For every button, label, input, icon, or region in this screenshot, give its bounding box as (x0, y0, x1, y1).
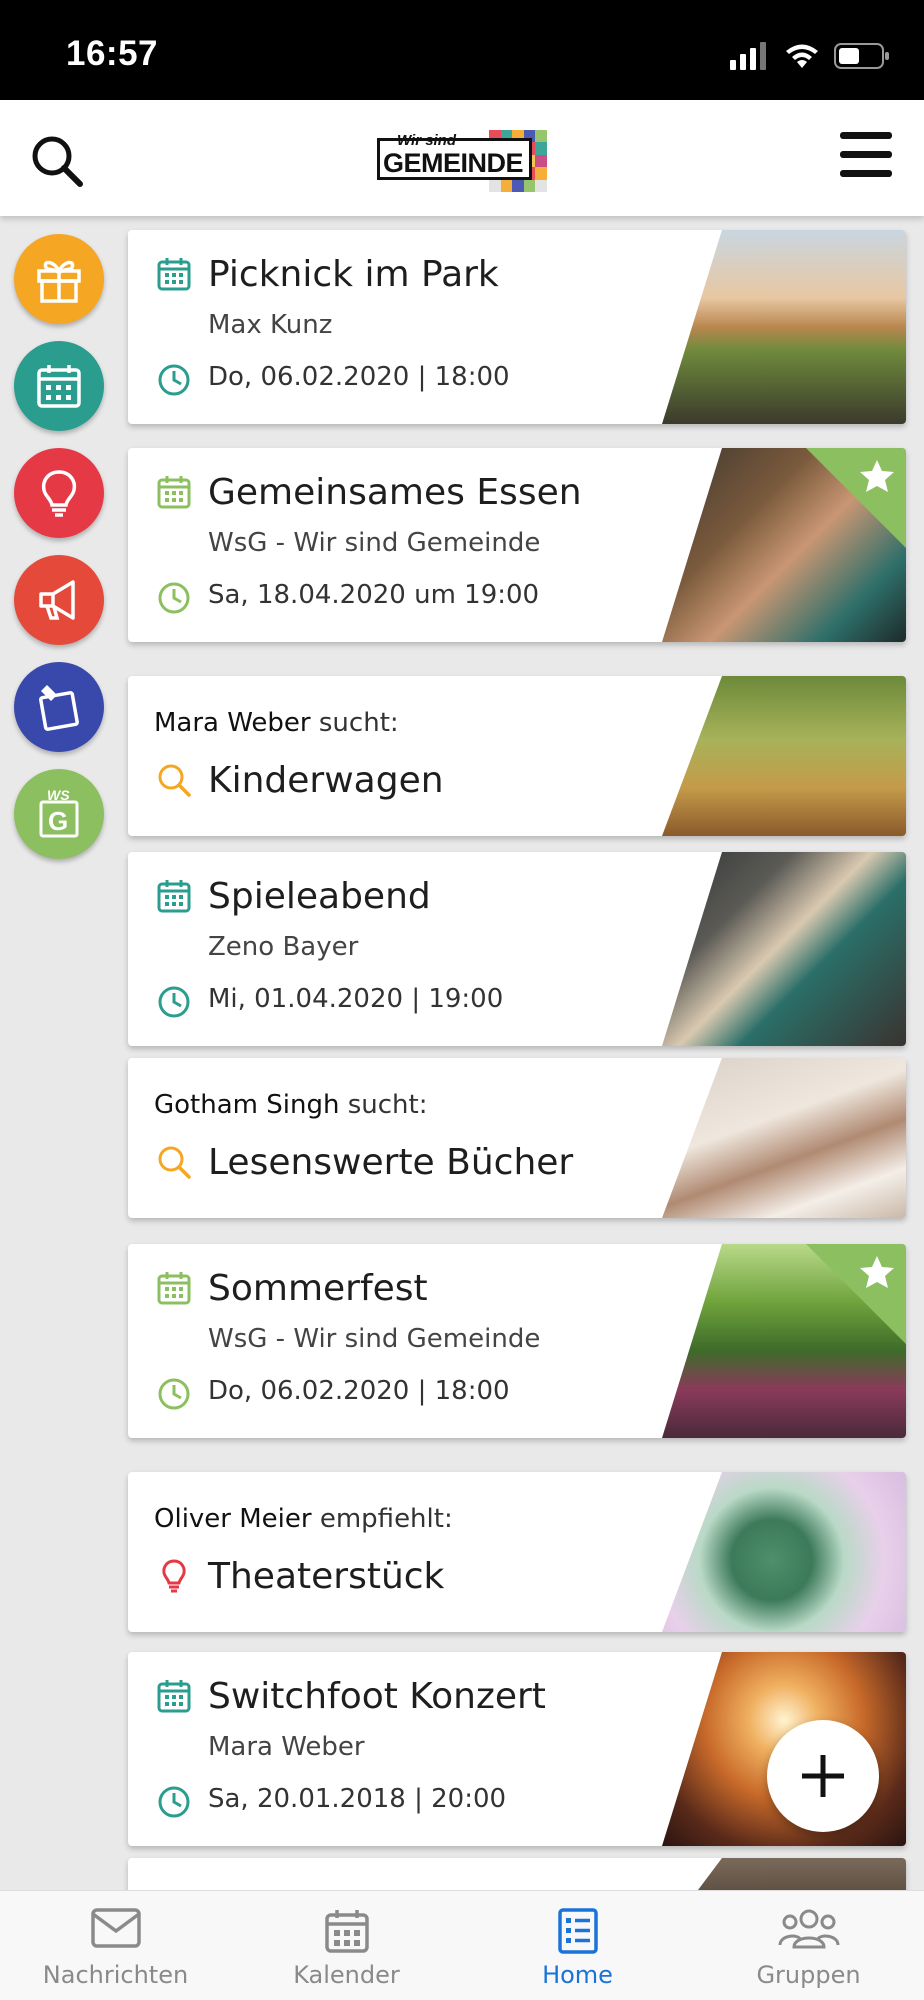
search-photo (662, 1058, 906, 1218)
category-sidebar: WS G (14, 234, 104, 876)
clock-icon (158, 582, 190, 614)
person-name: Oliver Meier (154, 1504, 312, 1534)
feed: WS G Picknick im Park Max Kunz Do, 06.02… (0, 216, 924, 1890)
event-date: Do, 06.02.2020 | 18:00 (208, 1376, 510, 1406)
add-button[interactable] (767, 1720, 879, 1832)
lightbulb-icon (162, 1559, 186, 1593)
search-verb: sucht: (318, 708, 399, 738)
event-title: Gemeinsames Essen (208, 472, 582, 513)
home-list-icon (557, 1908, 598, 1954)
tab-label: Kalender (293, 1961, 400, 1989)
calendar-icon (157, 258, 191, 291)
tab-kalender[interactable]: Kalender (231, 1891, 462, 2000)
category-ideas[interactable] (14, 448, 104, 538)
search-icon (158, 764, 191, 797)
status-icons (730, 40, 890, 72)
group-icon (778, 1909, 839, 1949)
svg-text:G: G (48, 806, 68, 836)
logo-wordmark: GEMEINDE (383, 148, 524, 178)
plus-icon (802, 1755, 844, 1797)
clock-icon (158, 986, 190, 1018)
tab-label: Gruppen (756, 1961, 861, 1989)
star-icon (860, 1256, 894, 1288)
event-date: Sa, 18.04.2020 um 19:00 (208, 580, 540, 610)
wifi-icon (786, 44, 818, 68)
event-organizer: Zeno Bayer (208, 932, 359, 962)
svg-text:WS: WS (47, 788, 70, 803)
recommend-header: Oliver Meier empfiehlt: (154, 1504, 453, 1534)
logo-tagline: Wir sind (397, 132, 457, 149)
event-organizer: WsG - Wir sind Gemeinde (208, 1324, 541, 1354)
event-card[interactable]: Spieleabend Zeno Bayer Mi, 01.04.2020 | … (128, 852, 906, 1046)
search-card[interactable]: Gotham Singh sucht: Lesenswerte Bücher (128, 1058, 906, 1218)
envelope-icon (90, 1908, 141, 1948)
megaphone-icon (39, 580, 75, 620)
recommend-card[interactable]: Oliver Meier empfiehlt: Theaterstück (128, 1472, 906, 1632)
event-photo (662, 230, 906, 424)
person-name: Mara Weber (154, 708, 311, 738)
category-gifts[interactable] (14, 234, 104, 324)
event-title: Sommerfest (208, 1268, 428, 1309)
clock-icon (158, 364, 190, 396)
clock-icon (158, 1378, 190, 1410)
event-title: Switchfoot Konzert (208, 1676, 546, 1717)
search-header: Gotham Singh sucht: (154, 1090, 427, 1120)
event-title: Spieleabend (208, 876, 431, 917)
event-card[interactable]: Sommerfest WsG - Wir sind Gemeinde Do, 0… (128, 1244, 906, 1438)
calendar-icon (157, 880, 191, 913)
gift-icon (37, 260, 81, 303)
recommend-verb: empfiehlt: (319, 1504, 453, 1534)
calendar-icon (324, 1910, 369, 1953)
search-photo (662, 676, 906, 836)
tab-label: Nachrichten (42, 1961, 189, 1989)
star-icon (860, 460, 894, 492)
app-logo[interactable]: Wir sind GEMEINDE (377, 130, 547, 194)
calendar-icon (157, 1272, 191, 1305)
recommend-photo (662, 1472, 906, 1632)
app-header: Wir sind GEMEINDE (0, 100, 924, 216)
tab-home[interactable]: Home (462, 1891, 693, 2000)
event-date: Sa, 20.01.2018 | 20:00 (208, 1784, 507, 1814)
search-title: Lesenswerte Bücher (208, 1142, 574, 1183)
category-wsg[interactable]: WS G (14, 769, 104, 859)
lightbulb-icon (41, 470, 77, 517)
category-announcements[interactable] (14, 555, 104, 645)
calendar-icon (37, 365, 81, 408)
event-card-partial[interactable] (128, 1858, 906, 1890)
search-title: Kinderwagen (208, 760, 444, 801)
battery-icon (834, 43, 889, 69)
status-time: 16:57 (66, 34, 159, 73)
signal-icon (730, 42, 766, 70)
search-header: Mara Weber sucht: (154, 708, 399, 738)
search-card[interactable]: Mara Weber sucht: Kinderwagen (128, 676, 906, 836)
calendar-icon (157, 476, 191, 509)
hamburger-menu-icon[interactable] (838, 130, 894, 180)
clock-icon (158, 1786, 190, 1818)
person-name: Gotham Singh (154, 1090, 340, 1120)
event-organizer: WsG - Wir sind Gemeinde (208, 528, 541, 558)
event-organizer: Mara Weber (208, 1732, 365, 1762)
wsg-group-icon: WS G (39, 788, 79, 838)
event-title: Picknick im Park (208, 254, 499, 295)
search-icon[interactable] (28, 132, 86, 190)
search-icon (158, 1146, 191, 1179)
tab-gruppen[interactable]: Gruppen (693, 1891, 924, 2000)
status-bar: 16:57 (0, 0, 924, 100)
tab-bar: Nachrichten Kalender Home Gruppen (0, 1890, 924, 2000)
search-verb: sucht: (347, 1090, 428, 1120)
event-date: Do, 06.02.2020 | 18:00 (208, 362, 510, 392)
category-pinboard[interactable] (14, 662, 104, 752)
calendar-icon (157, 1680, 191, 1713)
event-photo (662, 1858, 906, 1890)
event-organizer: Max Kunz (208, 310, 333, 340)
recommend-title: Theaterstück (208, 1556, 445, 1597)
pin-board-icon (39, 685, 79, 731)
event-date: Mi, 01.04.2020 | 19:00 (208, 984, 504, 1014)
event-card[interactable]: Gemeinsames Essen WsG - Wir sind Gemeind… (128, 448, 906, 642)
tab-label: Home (542, 1961, 613, 1989)
event-card[interactable]: Picknick im Park Max Kunz Do, 06.02.2020… (128, 230, 906, 424)
category-events[interactable] (14, 341, 104, 431)
tab-nachrichten[interactable]: Nachrichten (0, 1891, 231, 2000)
event-photo (662, 852, 906, 1046)
